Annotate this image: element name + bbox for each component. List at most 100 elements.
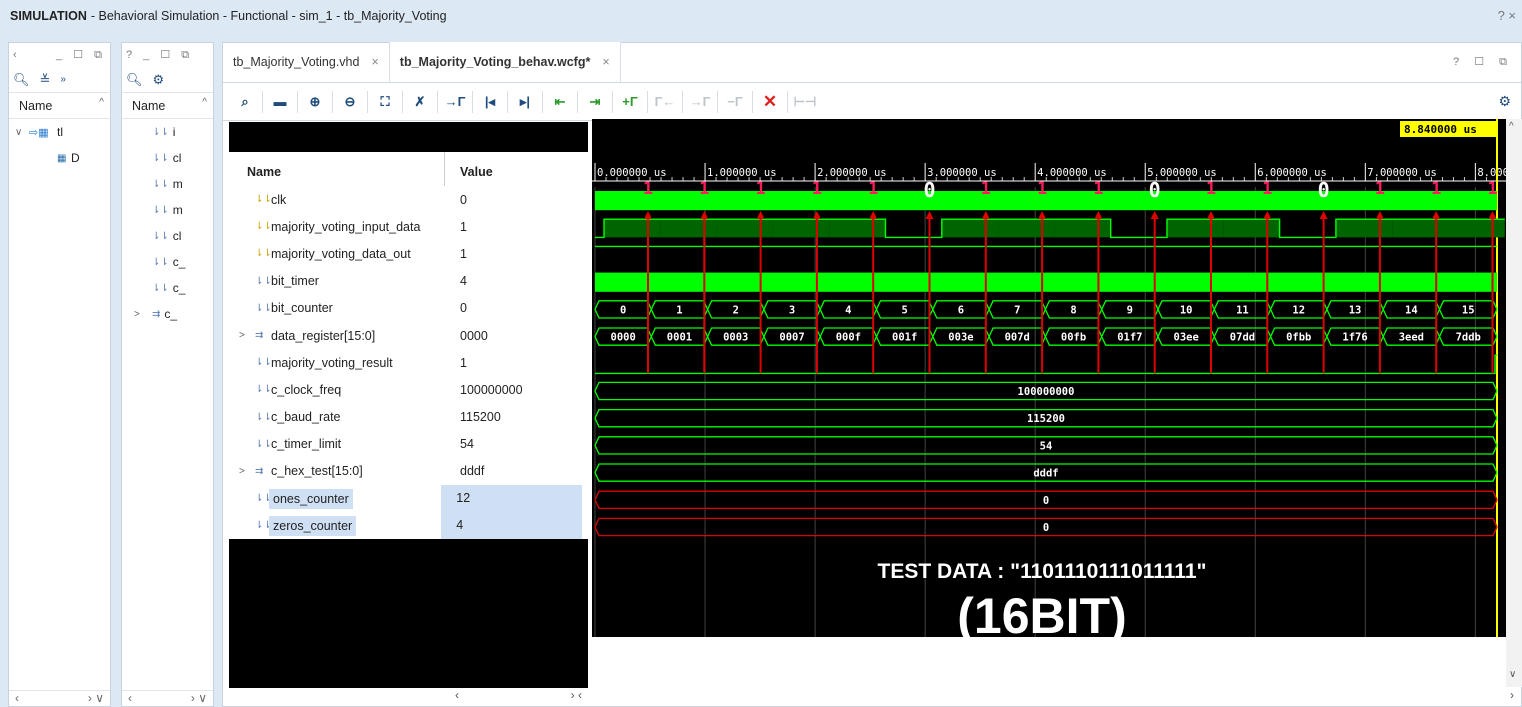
- tab-vhd-source[interactable]: tb_Majority_Voting.vhd ×: [223, 42, 390, 82]
- close-icon[interactable]: ×: [371, 55, 378, 69]
- search-icon[interactable]: 🔍︎: [126, 72, 143, 88]
- signal-name-cell[interactable]: ⇂⇂ ones_counter: [229, 488, 441, 509]
- signal-name-cell[interactable]: > ⇉ c_hex_test[15:0]: [229, 464, 445, 478]
- scroll-up-icon[interactable]: ^: [1509, 121, 1514, 132]
- signal-row[interactable]: ⇂⇂ c_baud_rate 115200: [229, 404, 588, 431]
- expand-icon[interactable]: >: [239, 466, 255, 477]
- object-row[interactable]: > ⇉ c_: [122, 301, 213, 327]
- next-transition-icon[interactable]: ⇥: [581, 90, 609, 114]
- scroll-right-icon[interactable]: › ‹: [571, 688, 582, 706]
- gear-icon[interactable]: ⚙: [1498, 93, 1511, 110]
- scroll-right-icon[interactable]: › ∨: [88, 691, 104, 706]
- sample-arrow-head: [1488, 211, 1497, 219]
- scroll-right-icon[interactable]: › ∨: [191, 691, 207, 706]
- scroll-left-icon[interactable]: ‹: [455, 688, 459, 706]
- signal-name: clk: [271, 192, 287, 207]
- signal-name-cell[interactable]: ⇂⇂ bit_counter: [229, 301, 445, 315]
- signal-name-cell[interactable]: ⇂⇂ majority_voting_result: [229, 356, 445, 370]
- signal-icon: ⇂⇂: [152, 178, 169, 190]
- scope-label: tl: [57, 125, 63, 139]
- signal-list-hscroll[interactable]: ‹ › ‹: [229, 688, 588, 706]
- window-controls-icon[interactable]: _ ☐ ⧉: [56, 48, 106, 62]
- object-row[interactable]: ⇂⇂ m: [122, 197, 213, 223]
- signal-name-cell[interactable]: ⇂⇂ majority_voting_input_data: [229, 220, 445, 234]
- add-marker-icon[interactable]: +Γ: [616, 90, 644, 114]
- input-high-segment: [998, 219, 1055, 238]
- signal-row[interactable]: ⇂⇂ majority_voting_result 1: [229, 349, 588, 376]
- expand-icon[interactable]: ∨: [15, 127, 29, 138]
- tab-wcfg[interactable]: tb_Majority_Voting_behav.wcfg* ×: [389, 42, 621, 82]
- chevron-up-icon[interactable]: ^: [202, 97, 207, 108]
- previous-transition-icon[interactable]: ⇤: [546, 90, 574, 114]
- expand-icon[interactable]: >: [134, 309, 152, 320]
- scope-hscroll[interactable]: ‹ › ∨: [9, 690, 110, 706]
- signal-row[interactable]: ⇂⇂ ones_counter 12: [229, 485, 588, 513]
- object-row[interactable]: ⇂⇂ cl: [122, 223, 213, 249]
- waveform-canvas[interactable]: 0.000000 us 1.000000 us 2.000000 us 3.00000…: [592, 119, 1506, 637]
- object-row[interactable]: ⇂⇂ c_: [122, 249, 213, 275]
- signal-row[interactable]: ⇂⇂ bit_timer 4: [229, 268, 588, 295]
- input-high-segment: [1335, 219, 1393, 238]
- gear-icon[interactable]: ⚙: [153, 72, 165, 88]
- search-icon[interactable]: ⌕: [231, 90, 259, 114]
- scope-row[interactable]: ∨ ⇨▦ tl: [9, 119, 110, 145]
- chevron-up-icon[interactable]: ^: [99, 97, 104, 108]
- objects-name-header[interactable]: Name ^: [122, 93, 213, 119]
- window-controls-icon[interactable]: ? _ ☐ ⧉: [126, 48, 193, 62]
- signal-name-cell[interactable]: ⇂⇂ zeros_counter: [229, 515, 441, 536]
- signal-row[interactable]: ⇂⇂ majority_voting_data_out 1: [229, 240, 588, 267]
- scroll-down-icon[interactable]: ∨: [1509, 669, 1516, 680]
- window-controls-icon[interactable]: ? ☐ ⧉: [1453, 55, 1513, 69]
- scope-row[interactable]: ▦ D: [9, 145, 110, 171]
- zeros-counter-value: 0: [1043, 522, 1049, 534]
- previous-marker-icon: Γ←: [654, 94, 676, 109]
- waveform-vscroll[interactable]: ^ ∨: [1506, 119, 1522, 687]
- signal-name-cell[interactable]: ⇂⇂ clk: [229, 193, 445, 207]
- name-column-header[interactable]: Name: [229, 152, 445, 186]
- cursor-icon[interactable]: ✗: [406, 90, 434, 114]
- close-icon[interactable]: ×: [602, 55, 609, 69]
- signal-value: 1: [460, 219, 467, 234]
- signal-row[interactable]: ⇂⇂ bit_counter 0: [229, 295, 588, 322]
- signal-name-cell[interactable]: ⇂⇂ c_timer_limit: [229, 437, 445, 451]
- go-to-time-icon[interactable]: →Γ: [441, 90, 469, 114]
- signal-row[interactable]: ⇂⇂ majority_voting_input_data 1: [229, 213, 588, 240]
- scroll-right-icon[interactable]: ›: [1510, 688, 1514, 702]
- signal-row[interactable]: ⇂⇂ c_timer_limit 54: [229, 431, 588, 458]
- scroll-left-icon[interactable]: ‹: [15, 691, 19, 706]
- help-close-icon[interactable]: ? ×: [1498, 8, 1516, 23]
- zoom-out-icon[interactable]: ⊖: [336, 90, 364, 114]
- signal-name-cell[interactable]: ⇂⇂ c_baud_rate: [229, 410, 445, 424]
- object-row[interactable]: ⇂⇂ c_: [122, 275, 213, 301]
- scroll-left-icon[interactable]: ‹: [128, 691, 132, 706]
- chevron-left-icon[interactable]: ‹: [13, 49, 17, 61]
- go-to-end-icon[interactable]: ▸|: [511, 90, 539, 114]
- expand-icon[interactable]: >: [239, 330, 255, 341]
- signal-icon: ⇂⇂: [255, 194, 272, 206]
- value-column-header[interactable]: Value: [445, 152, 588, 186]
- signal-row[interactable]: ⇂⇂ clk 0: [229, 186, 588, 213]
- object-row[interactable]: ⇂⇂ i: [122, 119, 213, 145]
- signal-name-cell[interactable]: ⇂⇂ c_clock_freq: [229, 383, 445, 397]
- signal-row[interactable]: > ⇉ c_hex_test[15:0] dddf: [229, 458, 588, 485]
- signal-row[interactable]: ⇂⇂ c_clock_freq 100000000: [229, 376, 588, 403]
- signal-name-cell[interactable]: ⇂⇂ majority_voting_data_out: [229, 247, 445, 261]
- signal-row[interactable]: > ⇉ data_register[15:0] 0000: [229, 322, 588, 349]
- objects-hscroll[interactable]: ‹ › ∨: [122, 690, 213, 706]
- zoom-in-icon[interactable]: ⊕: [301, 90, 329, 114]
- signal-name-cell[interactable]: > ⇉ data_register[15:0]: [229, 329, 445, 343]
- signal-name-cell[interactable]: ⇂⇂ bit_timer: [229, 274, 445, 288]
- delete-all-markers-icon[interactable]: ✕: [756, 90, 784, 114]
- scope-name-header[interactable]: Name ^: [9, 93, 110, 119]
- save-icon[interactable]: ▬: [266, 90, 294, 114]
- bit-annotation: 1: [981, 179, 991, 199]
- search-icon[interactable]: 🔍︎: [13, 72, 30, 88]
- zoom-fit-icon[interactable]: ⛶: [371, 90, 399, 114]
- go-to-start-icon[interactable]: |◂: [476, 90, 504, 114]
- object-row[interactable]: ⇂⇂ m: [122, 171, 213, 197]
- waveform-svg[interactable]: 0.000000 us 1.000000 us 2.000000 us 3.00000…: [592, 119, 1506, 637]
- collapse-icon[interactable]: ≚: [40, 72, 51, 88]
- signal-row[interactable]: ⇂⇂ zeros_counter 4: [229, 512, 588, 540]
- object-row[interactable]: ⇂⇂ cl: [122, 145, 213, 171]
- more-icon[interactable]: »: [60, 74, 66, 85]
